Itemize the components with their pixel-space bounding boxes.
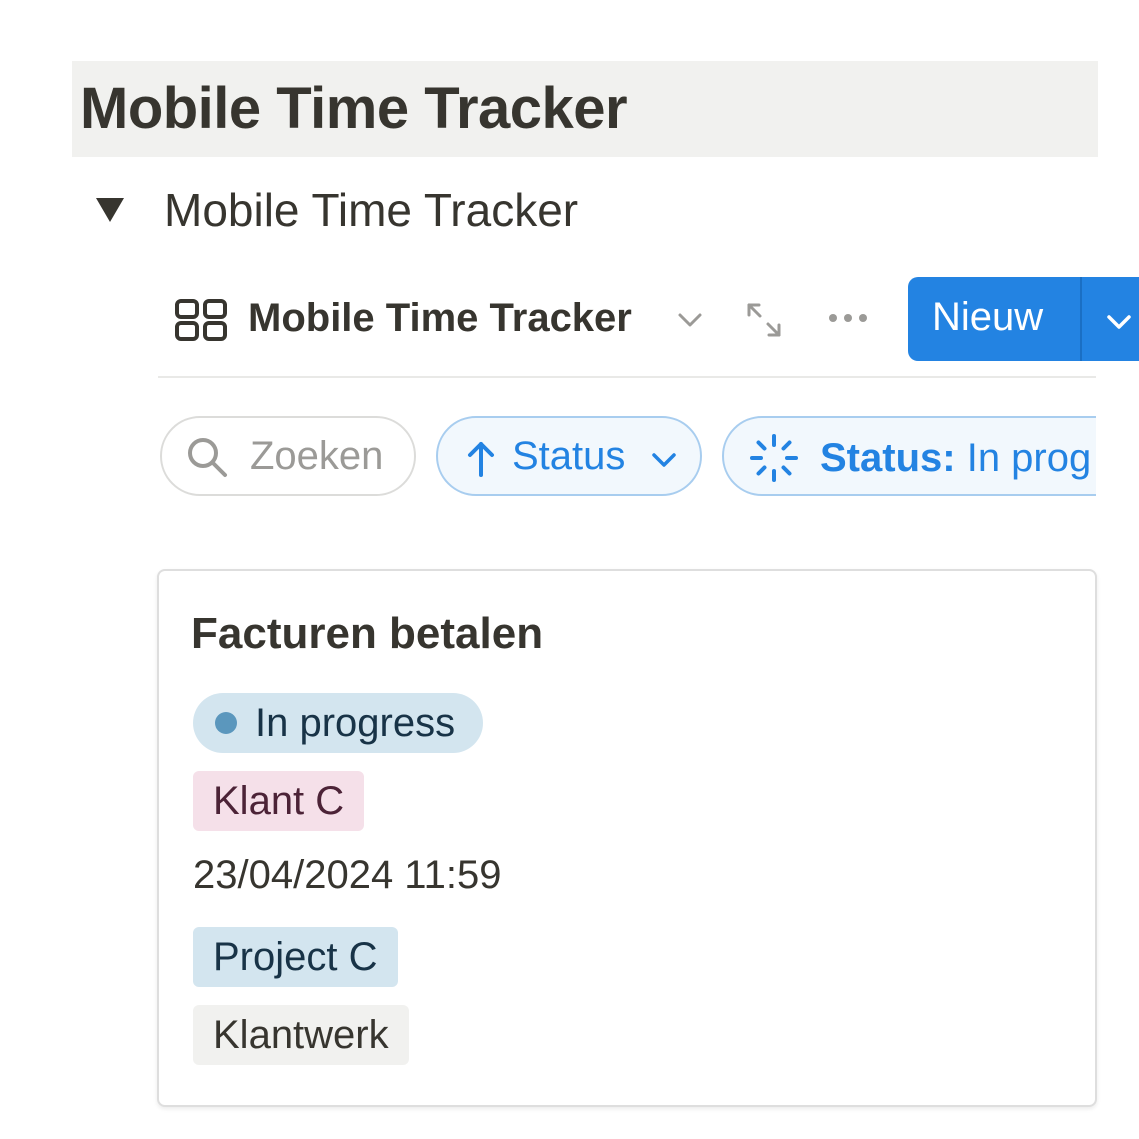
triangle-down-icon[interactable] [94, 194, 126, 226]
gallery-card[interactable]: Facturen betalen In progress Klant C 23/… [157, 569, 1097, 1107]
new-button-divider [1080, 277, 1082, 361]
filter-key: Status: [820, 436, 956, 480]
view-divider [158, 376, 1096, 378]
in-progress-spinner-icon [748, 432, 800, 484]
sort-chip[interactable]: Status [436, 416, 702, 496]
page: Mobile Time Tracker Mobile Time Tracker … [0, 0, 1139, 1139]
filter-value: In prog [966, 436, 1092, 480]
status-label: In progress [255, 700, 456, 745]
status-dot [215, 712, 237, 734]
database-view-bar: Mobile Time Tracker Nieuw [160, 276, 1139, 362]
expand-icon[interactable] [744, 300, 784, 340]
search-icon [186, 436, 228, 478]
new-button-label: Nieuw [932, 295, 1044, 339]
card-title: Facturen betalen [191, 609, 544, 658]
view-name[interactable]: Mobile Time Tracker [248, 296, 632, 341]
project-tag: Project C [193, 927, 398, 987]
toggle-block[interactable]: Mobile Time Tracker [94, 180, 578, 240]
chevron-down-icon [650, 446, 678, 474]
status-filter-chip[interactable]: Status: In prog [722, 416, 1096, 496]
status-badge: In progress [193, 693, 484, 753]
filter-row: Zoeken Status Status: In prog [158, 414, 1096, 500]
chevron-down-icon[interactable] [1104, 307, 1134, 337]
more-horizontal-icon[interactable] [826, 306, 870, 330]
sort-label: Status [512, 434, 626, 478]
page-title-bar: Mobile Time Tracker [72, 61, 1098, 157]
search-chip[interactable]: Zoeken [160, 416, 416, 496]
page-title: Mobile Time Tracker [80, 76, 628, 141]
arrow-up-icon [466, 440, 496, 478]
chevron-down-icon[interactable] [676, 306, 704, 334]
search-placeholder: Zoeken [250, 434, 384, 478]
filter-label: Status: In prog [820, 436, 1091, 481]
gallery-view-icon[interactable] [174, 298, 228, 342]
client-tag: Klant C [193, 771, 365, 831]
work-type-tag: Klantwerk [193, 1005, 409, 1065]
toggle-label: Mobile Time Tracker [164, 184, 579, 236]
date-time: 23/04/2024 11:59 [193, 853, 502, 897]
new-button[interactable]: Nieuw [908, 277, 1139, 361]
